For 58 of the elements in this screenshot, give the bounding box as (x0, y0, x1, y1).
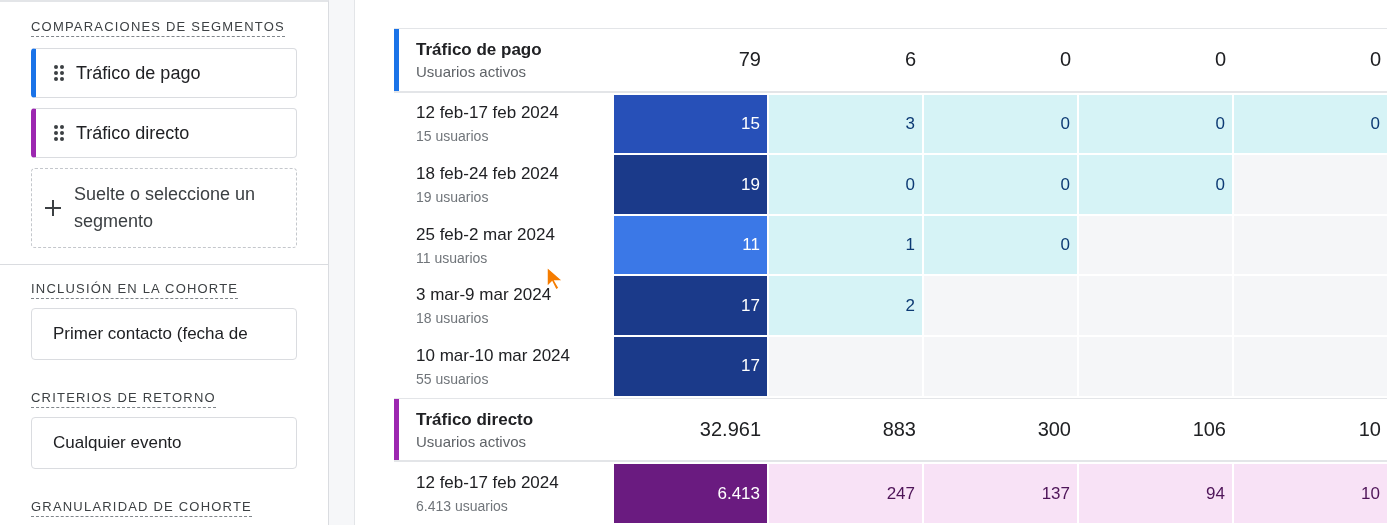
total-value: 0 (1059, 48, 1071, 72)
segment-name: Tráfico de pago (416, 39, 542, 60)
cohort-users: 19 usuarios (416, 189, 489, 206)
cohort-range: 3 mar-9 mar 2024 (416, 285, 552, 306)
section-heading: COMPARACIONES DE SEGMENTOS (31, 19, 285, 37)
cohort-cell: 17 (614, 276, 767, 336)
cohort-range: 18 feb-24 feb 2024 (416, 164, 559, 185)
total-value: 0 (1214, 48, 1226, 72)
total-value: 106 (1192, 418, 1226, 442)
cohort-cell: 137 (924, 464, 1077, 523)
section-heading: CRITERIOS DE RETORNO (31, 390, 216, 408)
drag-handle-icon[interactable] (54, 125, 64, 141)
segment-name: Tráfico directo (416, 409, 534, 430)
cohort-cell: 0 (1079, 155, 1232, 214)
cohort-cell: 0 (1079, 94, 1232, 154)
cohort-cell: 0 (924, 155, 1077, 214)
cohort-range: 25 feb-2 mar 2024 (416, 224, 555, 245)
total-value: 32.961 (699, 418, 761, 442)
cohort-users: 6.413 usuarios (416, 498, 508, 515)
cohort-cell: 11 (614, 215, 767, 275)
cohort-range: 10 mar-10 mar 2024 (416, 345, 571, 366)
cohort-users: 11 usuarios (416, 249, 488, 266)
select-field[interactable]: Cualquier evento (31, 417, 297, 469)
segment-drop-zone[interactable]: Suelte o seleccione un segmento (31, 168, 297, 248)
cohort-cell: 0 (769, 155, 922, 214)
total-value: 79 (738, 48, 761, 72)
section-heading: GRANULARIDAD DE COHORTE (31, 499, 252, 517)
cohort-cell: 94 (1079, 464, 1232, 523)
section-heading: INCLUSIÓN EN LA COHORTE (31, 281, 239, 299)
cohort-users: 18 usuarios (416, 310, 489, 327)
cohort-cell: 10 (1234, 464, 1387, 523)
total-value: 0 (1369, 48, 1381, 72)
cohort-cell: 2 (769, 276, 922, 336)
segment-chip[interactable]: Tráfico de pago (31, 48, 297, 98)
metric-label: Usuarios activos (416, 432, 527, 450)
cohort-cell: 247 (769, 464, 922, 523)
cohort-cell: 6.413 (614, 464, 767, 523)
select-field[interactable]: Primer contacto (fecha de (31, 308, 297, 360)
cohort-cell: 15 (614, 94, 767, 154)
total-value: 300 (1037, 418, 1071, 442)
cohort-cell: 1 (769, 215, 922, 275)
cohort-cell: 17 (614, 337, 767, 396)
cohort-range: 12 feb-17 feb 2024 (416, 103, 559, 124)
cohort-cell: 0 (924, 94, 1077, 154)
total-value: 10 (1358, 418, 1381, 442)
total-value: 883 (882, 418, 916, 442)
segment-chip[interactable]: Tráfico directo (31, 108, 297, 158)
cohort-cell: 3 (769, 94, 922, 154)
plus-icon (44, 199, 62, 217)
cohort-users: 15 usuarios (416, 128, 489, 145)
cohort-cell: 19 (614, 155, 767, 214)
cohort-cell: 0 (1234, 94, 1387, 154)
cohort-cell: 0 (924, 215, 1077, 275)
cohort-range: 12 feb-17 feb 2024 (416, 473, 559, 494)
drag-handle-icon[interactable] (54, 65, 64, 81)
metric-label: Usuarios activos (416, 62, 527, 80)
cohort-users: 55 usuarios (416, 370, 489, 387)
total-value: 6 (904, 48, 916, 72)
